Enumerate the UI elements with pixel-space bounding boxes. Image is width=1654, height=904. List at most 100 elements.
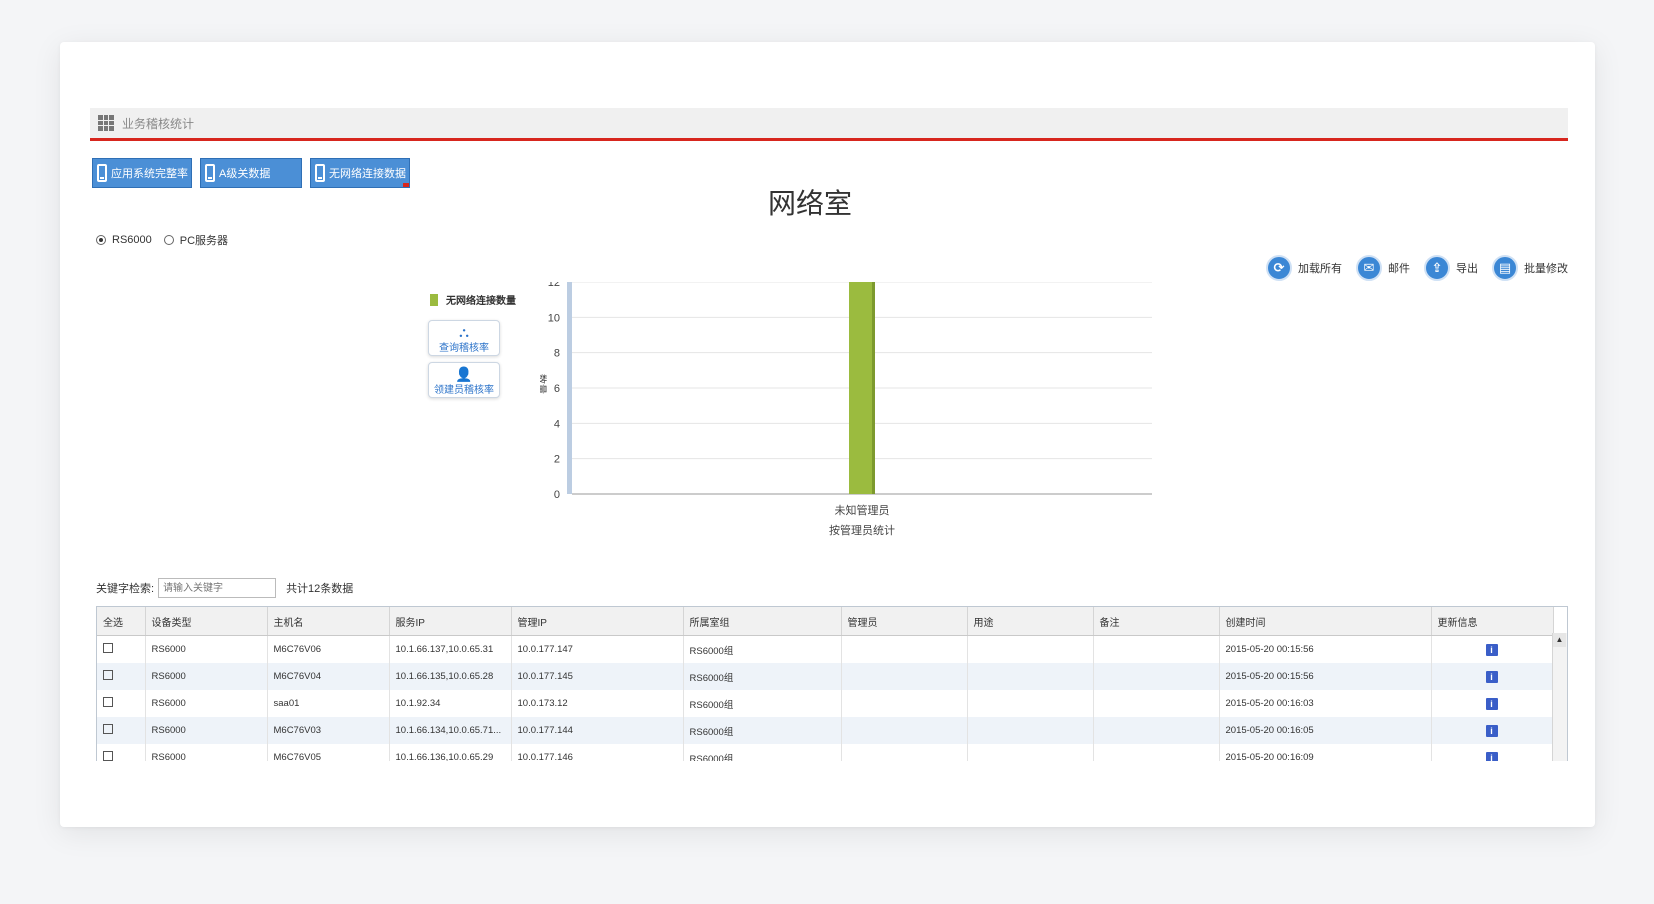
y-tick-label: 10 [548,312,560,324]
table-cell: RS6000 [145,690,268,717]
mobile-icon [205,164,215,182]
row-select-cell [97,663,146,690]
y-axis-label: 数量 [540,374,548,394]
no-network-data-button[interactable]: 无网络连接数据 [310,158,410,188]
update-info-cell: i [1431,663,1554,690]
row-checkbox[interactable] [103,751,113,761]
table-header-row: 全选 设备类型 主机名 服务IP 管理IP 所属室组 管理员 用途 备注 创建时间 更新信息 [97,607,1554,636]
column-header: 服务IP [389,607,512,636]
y-axis-band [567,282,572,494]
table-cell [1093,717,1220,744]
update-info-cell: i [1431,744,1554,761]
table-cell: 2015-05-20 00:16:05 [1219,717,1432,744]
table-cell [967,635,1094,663]
action-label: 批量修改 [1524,263,1568,275]
column-header: 更新信息 [1431,607,1554,636]
table-cell [967,690,1094,717]
query-audit-rate-button[interactable]: ⛬ 查询稽核率 [428,320,500,356]
table-cell: 10.1.66.134,10.0.65.71... [389,717,512,744]
legend-label: 无网络连接数量 [446,296,516,307]
table-row[interactable]: RS6000 M6C76V04 10.1.66.135,10.0.65.28 10.0… [97,663,1554,690]
table-row[interactable]: RS6000 M6C76V03 10.1.66.134,10.0.65.71... 1… [97,717,1554,744]
org-chart-icon: ⛬ [459,324,469,340]
export-button[interactable]: ⇪ 导出 [1424,255,1478,281]
table-cell [1093,635,1220,663]
mail-icon: ✉ [1356,255,1382,281]
update-info-cell: i [1431,635,1554,663]
row-select-cell [97,690,146,717]
info-icon[interactable]: i [1485,670,1498,683]
bar-chart: 0 2 4 6 8 10 12 未知管理员按管理员统计 数量 [540,282,1152,537]
table-cell [841,690,968,717]
table-cell: 10.0.173.12 [511,690,684,717]
y-tick-label: 0 [554,489,560,501]
row-checkbox[interactable] [103,724,113,734]
builder-audit-rate-button[interactable]: 👤 领建员稽核率 [428,362,500,398]
batch-edit-icon: ▤ [1492,255,1518,281]
info-icon[interactable]: i [1485,643,1498,656]
integrity-rate-button[interactable]: 应用系统完整率 [92,158,192,188]
load-all-button[interactable]: ⟳ 加载所有 [1266,255,1342,281]
legend-swatch [430,293,438,306]
update-info-cell: i [1431,717,1554,744]
device-table-container: 全选 设备类型 主机名 服务IP 管理IP 所属室组 管理员 用途 备注 创建时间 更新信息 RS6… [96,606,1568,761]
table-scrollbar[interactable]: ▲ [1552,633,1567,761]
table-cell: 10.1.92.34 [389,690,512,717]
chart-legend-item: 无网络连接数量 [430,292,516,307]
table-cell [967,663,1094,690]
table-cell: RS6000 [145,744,268,761]
radio-label: PC服务器 [179,235,229,247]
scroll-up-icon[interactable]: ▲ [1553,633,1566,647]
info-icon[interactable]: i [1485,751,1498,761]
bar-shade [872,282,875,494]
table-row[interactable]: RS6000 M6C76V06 10.1.66.137,10.0.65.31 10.0… [97,635,1554,663]
bar [849,282,875,494]
table-row[interactable]: RS6000 saa01 10.1.92.34 10.0.173.12 RS6000组 2… [97,690,1554,717]
batch-edit-button[interactable]: ▤ 批量修改 [1492,255,1568,281]
action-label: 导出 [1456,263,1478,275]
radio-rs6000[interactable] [96,235,106,245]
table-cell [841,744,968,761]
row-select-cell [97,635,146,663]
mail-button[interactable]: ✉ 邮件 [1356,255,1410,281]
info-icon[interactable]: i [1485,697,1498,710]
table-row[interactable]: RS6000 M6C76V05 10.1.66.136,10.0.65.29 10.0… [97,744,1554,761]
action-label: 邮件 [1388,263,1410,275]
table-cell: 2015-05-20 00:15:56 [1219,663,1432,690]
search-label: 关键字检索: [96,583,155,595]
refresh-icon: ⟳ [1266,255,1292,281]
info-icon[interactable]: i [1485,724,1498,737]
row-checkbox[interactable] [103,670,113,680]
table-cell: RS6000组 [683,635,842,663]
radio-pc-server[interactable] [163,235,174,245]
table-cell: 10.0.177.145 [511,663,684,690]
button-label: 应用系统完整率 [111,168,188,180]
action-toolbar: ⟳ 加载所有 ✉ 邮件 ⇪ 导出 ▤ 批量修改 [1266,255,1568,281]
y-tick-label: 8 [554,348,560,360]
table-cell: RS6000 [145,717,268,744]
radio-label: RS6000 [112,234,152,246]
table-cell: M6C76V04 [267,663,390,690]
update-info-cell: i [1431,690,1554,717]
row-checkbox[interactable] [103,697,113,707]
select-all-header[interactable]: 全选 [97,607,146,636]
panel-header: 业务稽核统计 [90,108,1568,141]
table-cell: RS6000组 [683,663,842,690]
table-cell [841,635,968,663]
table-cell: 10.1.66.137,10.0.65.31 [389,635,512,663]
row-select-cell [97,744,146,761]
row-checkbox[interactable] [103,643,113,653]
table-cell [841,717,968,744]
table-cell: M6C76V06 [267,635,390,663]
table-cell [841,663,968,690]
action-label: 加载所有 [1298,263,1342,275]
table-cell: 2015-05-20 00:16:03 [1219,690,1432,717]
table-cell: RS6000组 [683,717,842,744]
a-level-data-button[interactable]: A级关数据 [200,158,302,188]
column-header: 管理IP [511,607,684,636]
table-cell: M6C76V05 [267,744,390,761]
export-icon: ⇪ [1424,255,1450,281]
record-count: 共计12条数据 [286,583,354,595]
keyword-search-input[interactable] [158,578,277,598]
table-cell: RS6000 [145,635,268,663]
